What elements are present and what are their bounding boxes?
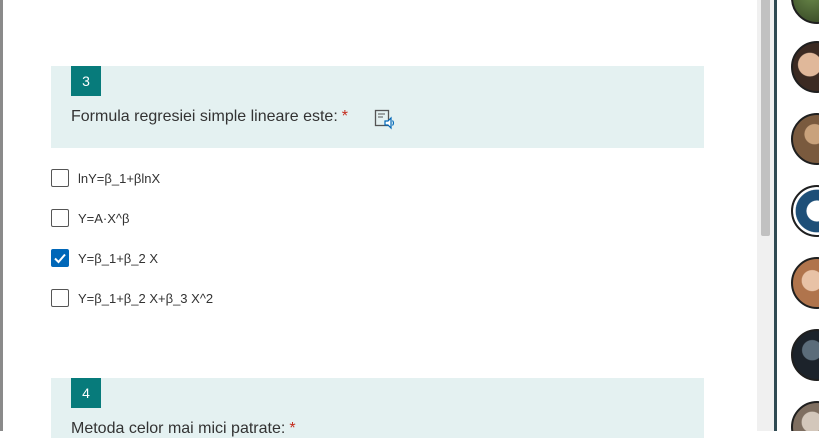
avatar[interactable]	[791, 41, 819, 93]
option-label: Y=A·X^β	[78, 210, 130, 226]
checkbox[interactable]	[51, 169, 69, 187]
immersive-reader-icon[interactable]	[374, 108, 396, 130]
question-number: 4	[71, 378, 101, 408]
question-title: Formula regresiei simple lineare este: *	[71, 108, 348, 126]
avatar[interactable]	[791, 401, 819, 431]
option-1[interactable]: lnY=β_1+βlnX	[51, 167, 160, 189]
participants-panel	[777, 0, 819, 431]
question-title: Metoda celor mai mici patrate: *	[71, 420, 296, 438]
avatar[interactable]	[791, 185, 819, 237]
option-2[interactable]: Y=A·X^β	[51, 207, 130, 229]
checkbox[interactable]	[51, 209, 69, 227]
option-3[interactable]: Y=β_1+β_2 X	[51, 247, 158, 269]
required-asterisk: *	[289, 420, 296, 437]
checkmark-icon	[54, 253, 66, 264]
option-label: Y=β_1+β_2 X	[78, 250, 159, 266]
scrollbar-thumb[interactable]	[761, 0, 770, 236]
option-4[interactable]: Y=β_1+β_2 X+β_3 X^2	[51, 287, 213, 309]
option-label: Y=β_1+β_2 X+β_3 X^2	[78, 290, 214, 306]
required-asterisk: *	[341, 108, 349, 125]
vertical-scrollbar[interactable]	[757, 0, 774, 431]
avatar[interactable]	[791, 329, 819, 381]
question-number: 3	[71, 66, 101, 96]
option-label: lnY=β_1+βlnX	[78, 170, 161, 186]
avatar[interactable]	[791, 0, 819, 24]
avatar[interactable]	[791, 113, 819, 165]
question-card-3: 3 Formula regresiei simple lineare este:…	[51, 66, 704, 148]
question-title-text: Formula regresiei simple lineare este:	[71, 108, 338, 125]
checkbox-checked[interactable]	[51, 249, 69, 267]
question-title-text: Metoda celor mai mici patrate:	[71, 420, 286, 437]
question-card-4: 4 Metoda celor mai mici patrate: *	[51, 378, 704, 438]
checkbox[interactable]	[51, 289, 69, 307]
avatar[interactable]	[791, 257, 819, 309]
